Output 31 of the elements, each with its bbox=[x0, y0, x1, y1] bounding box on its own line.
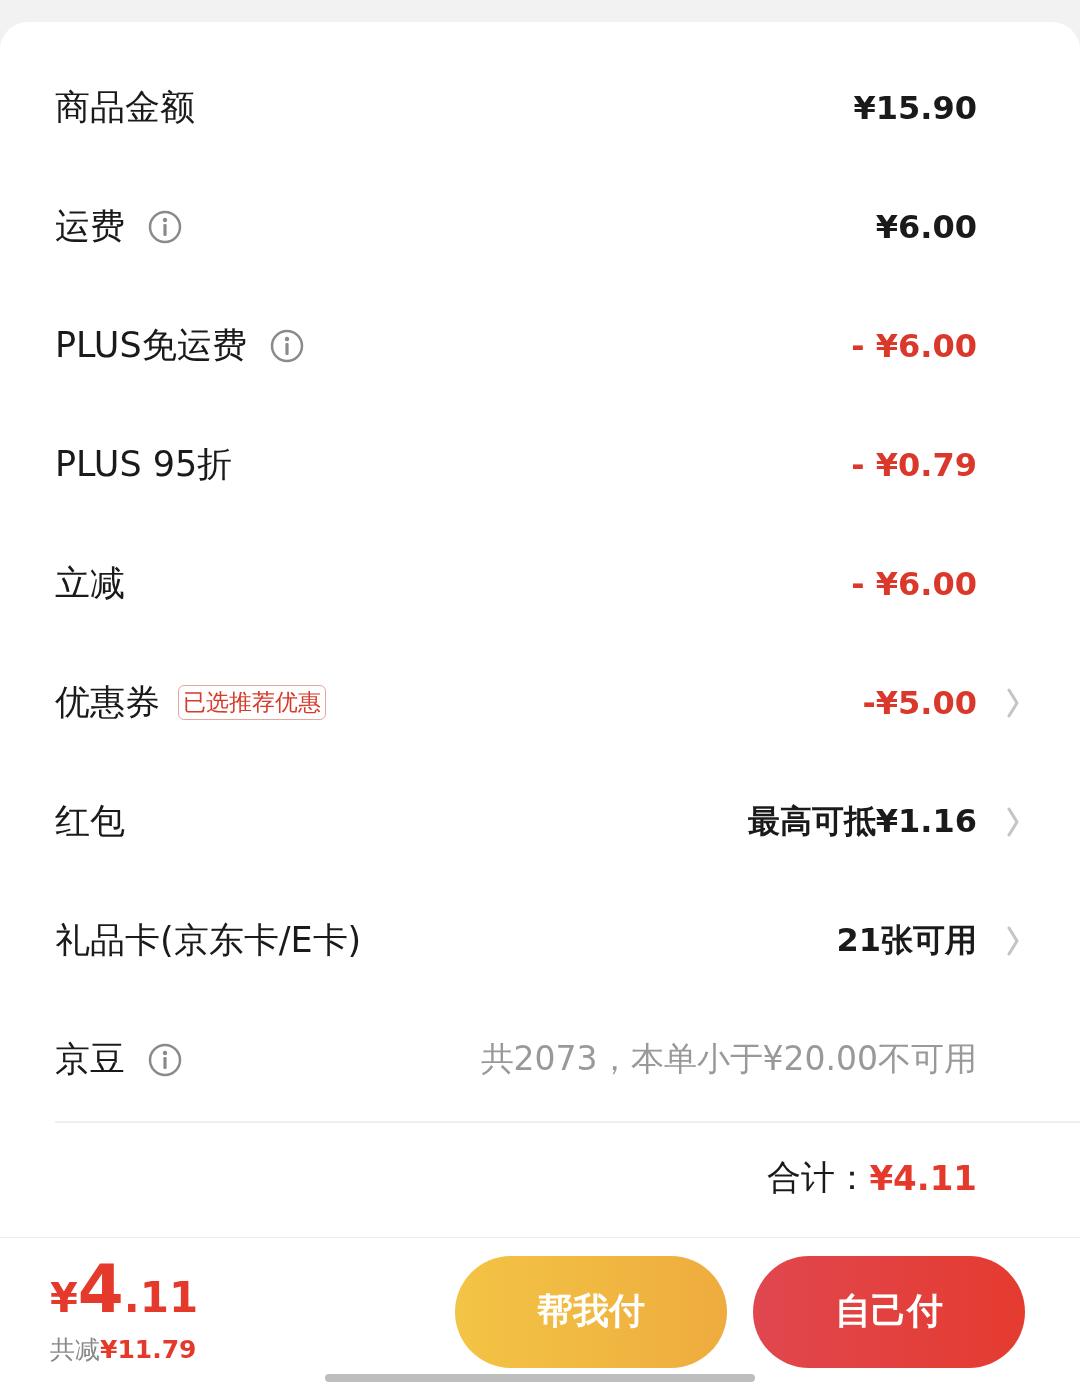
saved-label: 共减 bbox=[50, 1335, 100, 1364]
row-value: - ¥6.00 bbox=[851, 564, 977, 603]
row-label: 礼品卡(京东卡/E卡) bbox=[55, 919, 362, 962]
pay-button[interactable]: 自己付 bbox=[753, 1255, 1025, 1368]
row-value[interactable]: -¥5.00 bbox=[862, 683, 977, 722]
row-label: 京豆 bbox=[55, 1038, 125, 1081]
row-label: 优惠券 bbox=[55, 681, 160, 724]
info-icon[interactable] bbox=[147, 1041, 183, 1078]
row-label: 红包 bbox=[55, 800, 125, 843]
row-value: 共2073，本单小于¥20.00不可用 bbox=[480, 1038, 977, 1080]
row-label: PLUS 95折 bbox=[55, 443, 233, 486]
info-icon[interactable] bbox=[147, 208, 183, 245]
row-label: PLUS免运费 bbox=[55, 324, 247, 367]
total-amount: ¥4.11 bbox=[869, 1158, 977, 1198]
row-label: 运费 bbox=[55, 205, 125, 248]
chevron-icon[interactable] bbox=[1006, 806, 1020, 837]
row-label: 商品金额 bbox=[55, 86, 195, 129]
row-value: - ¥6.00 bbox=[851, 326, 977, 365]
info-icon[interactable] bbox=[268, 327, 305, 364]
recommended-tag: 已选推荐优惠 bbox=[178, 685, 326, 720]
row-value[interactable]: 21张可用 bbox=[836, 918, 977, 963]
row-value[interactable]: 最高可抵¥1.16 bbox=[747, 799, 977, 844]
total-label: 合计： bbox=[767, 1156, 870, 1199]
saved-amount: ¥11.79 bbox=[100, 1335, 197, 1364]
row-value: ¥15.90 bbox=[853, 88, 977, 127]
final-price: ¥4.11 bbox=[50, 1257, 200, 1323]
chevron-icon[interactable] bbox=[1006, 925, 1020, 956]
row-value: ¥6.00 bbox=[875, 207, 977, 246]
row-value: - ¥0.79 bbox=[851, 445, 977, 484]
row-label: 立减 bbox=[55, 562, 125, 605]
chevron-icon[interactable] bbox=[1006, 687, 1020, 718]
